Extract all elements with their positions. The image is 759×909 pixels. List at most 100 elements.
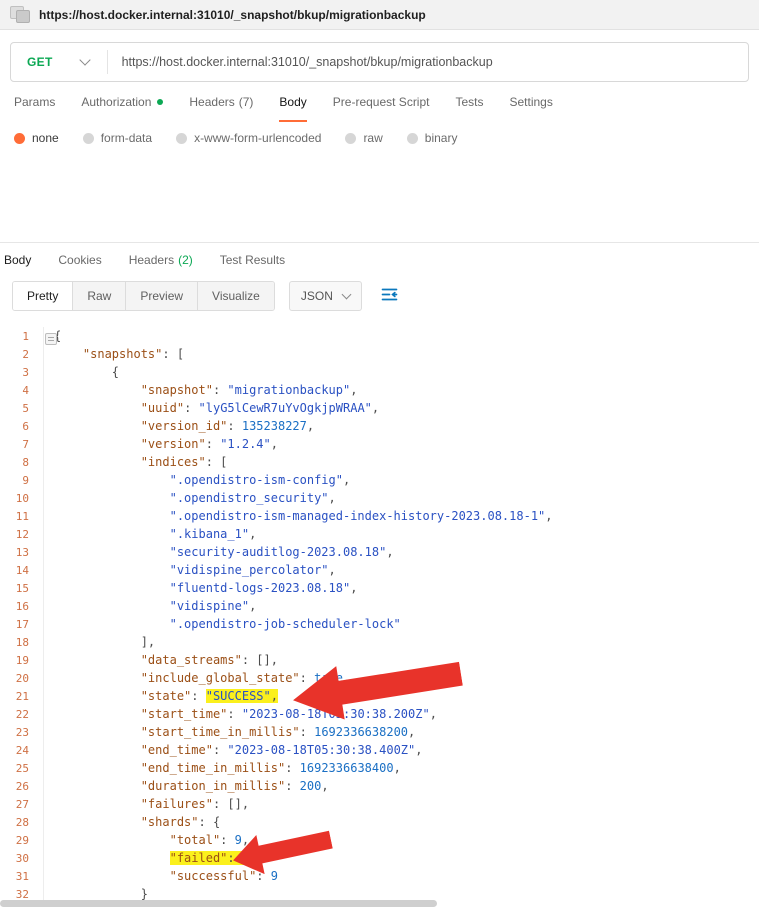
mode-label: none — [32, 131, 59, 145]
line-gutter: 18 — [0, 633, 44, 651]
req-tab-body[interactable]: Body — [279, 84, 306, 122]
resp-tab-cookies[interactable]: Cookies — [58, 243, 101, 277]
req-tab-settings[interactable]: Settings — [510, 84, 553, 122]
code-text: "start_time_in_millis": 1692336638200, — [44, 723, 415, 741]
line-number: 10 — [16, 492, 29, 505]
tab-count: (7) — [239, 95, 254, 109]
code-line: 10 ".opendistro_security", — [0, 489, 759, 507]
req-tab-params[interactable]: Params — [14, 84, 55, 122]
line-number: 22 — [16, 708, 29, 721]
code-text: "state": "SUCCESS", — [44, 687, 278, 705]
line-number: 11 — [16, 510, 29, 523]
line-number: 7 — [22, 438, 29, 451]
view-mode-raw[interactable]: Raw — [73, 282, 126, 310]
line-number: 20 — [16, 672, 29, 685]
code-text: ".opendistro-job-scheduler-lock" — [44, 615, 401, 633]
line-number: 30 — [16, 852, 29, 865]
format-label: JSON — [301, 289, 333, 303]
req-tab-authorization[interactable]: Authorization — [81, 84, 163, 122]
radio-icon — [407, 133, 418, 144]
line-gutter: 6 — [0, 417, 44, 435]
code-text: "snapshots": [ — [44, 345, 184, 363]
code-text: "fluentd-logs-2023.08.18", — [44, 579, 357, 597]
url-input[interactable]: https://host.docker.internal:31010/_snap… — [108, 55, 493, 69]
resp-tab-body[interactable]: Body — [4, 243, 31, 277]
line-gutter: 17 — [0, 615, 44, 633]
body-mode-none[interactable]: none — [14, 131, 59, 145]
view-mode-preview[interactable]: Preview — [126, 282, 198, 310]
request-body-empty-area — [0, 154, 759, 242]
view-mode-pretty[interactable]: Pretty — [13, 282, 73, 310]
method-select[interactable]: GET — [11, 55, 107, 69]
radio-icon — [345, 133, 356, 144]
horizontal-scrollbar-thumb[interactable] — [0, 900, 437, 907]
body-mode-form-data[interactable]: form-data — [83, 131, 152, 145]
code-line: 4 "snapshot": "migrationbackup", — [0, 381, 759, 399]
tab-label: Cookies — [58, 253, 101, 267]
radio-icon — [176, 133, 187, 144]
view-mode-visualize[interactable]: Visualize — [198, 282, 274, 310]
line-gutter: 30 — [0, 849, 44, 867]
resp-tab-headers[interactable]: Headers(2) — [129, 243, 193, 277]
code-line: 6 "version_id": 135238227, — [0, 417, 759, 435]
line-gutter: 29 — [0, 831, 44, 849]
req-tab-pre-request-script[interactable]: Pre-request Script — [333, 84, 430, 122]
body-mode-x-www-form-urlencoded[interactable]: x-www-form-urlencoded — [176, 131, 321, 145]
code-text: "shards": { — [44, 813, 220, 831]
line-number: 14 — [16, 564, 29, 577]
fold-toggle-icon[interactable] — [45, 333, 57, 345]
radio-icon — [83, 133, 94, 144]
code-line: 17 ".opendistro-job-scheduler-lock" — [0, 615, 759, 633]
line-gutter: 3 — [0, 363, 44, 381]
tab-label: Authorization — [81, 95, 151, 109]
resp-tab-test-results[interactable]: Test Results — [220, 243, 285, 277]
code-line: 9 ".opendistro-ism-config", — [0, 471, 759, 489]
line-number: 18 — [16, 636, 29, 649]
line-gutter: 4 — [0, 381, 44, 399]
req-tab-headers[interactable]: Headers(7) — [189, 84, 253, 122]
code-text: ".kibana_1", — [44, 525, 256, 543]
req-tab-tests[interactable]: Tests — [455, 84, 483, 122]
code-line: 26 "duration_in_millis": 200, — [0, 777, 759, 795]
beautify-button[interactable] — [378, 283, 401, 309]
line-number: 6 — [22, 420, 29, 433]
code-line: 8 "indices": [ — [0, 453, 759, 471]
body-mode-radios: none form-data x-www-form-urlencoded raw bin… — [0, 122, 759, 154]
line-number: 16 — [16, 600, 29, 613]
request-tab-title[interactable]: https://host.docker.internal:31010/_snap… — [39, 8, 426, 22]
response-tabs: Body Cookies Headers(2) Test Results — [0, 242, 759, 277]
code-line: 16 "vidispine", — [0, 597, 759, 615]
line-gutter: 21 — [0, 687, 44, 705]
line-gutter: 12 — [0, 525, 44, 543]
code-text: "data_streams": [], — [44, 651, 278, 669]
body-mode-binary[interactable]: binary — [407, 131, 458, 145]
code-lines: 1{2 "snapshots": [3 {4 "snapshot": "migr… — [0, 327, 759, 903]
tab-label: Params — [14, 95, 55, 109]
tab-label: Settings — [510, 95, 553, 109]
chevron-down-icon — [79, 54, 90, 65]
postman-window: https://host.docker.internal:31010/_snap… — [0, 0, 759, 903]
code-line: 13 "security-auditlog-2023.08.18", — [0, 543, 759, 561]
tab-count: (2) — [178, 253, 193, 267]
code-text: "total": 9, — [44, 831, 249, 849]
green-dot-icon — [157, 99, 163, 105]
mode-label: form-data — [101, 131, 152, 145]
beautify-icon — [380, 292, 399, 307]
line-number: 31 — [16, 870, 29, 883]
code-text: "vidispine", — [44, 597, 256, 615]
view-mode-switch: PrettyRawPreviewVisualize — [12, 281, 275, 311]
body-mode-raw[interactable]: raw — [345, 131, 382, 145]
line-number: 13 — [16, 546, 29, 559]
line-number: 8 — [22, 456, 29, 469]
line-gutter: 31 — [0, 867, 44, 885]
line-gutter: 13 — [0, 543, 44, 561]
code-text: "vidispine_percolator", — [44, 561, 336, 579]
line-gutter: 9 — [0, 471, 44, 489]
code-text: "version": "1.2.4", — [44, 435, 278, 453]
code-line: 23 "start_time_in_millis": 1692336638200… — [0, 723, 759, 741]
tab-label: Body — [279, 95, 306, 109]
line-gutter: 15 — [0, 579, 44, 597]
format-dropdown[interactable]: JSON — [289, 281, 362, 311]
code-text: { — [44, 363, 119, 381]
code-line: 3 { — [0, 363, 759, 381]
